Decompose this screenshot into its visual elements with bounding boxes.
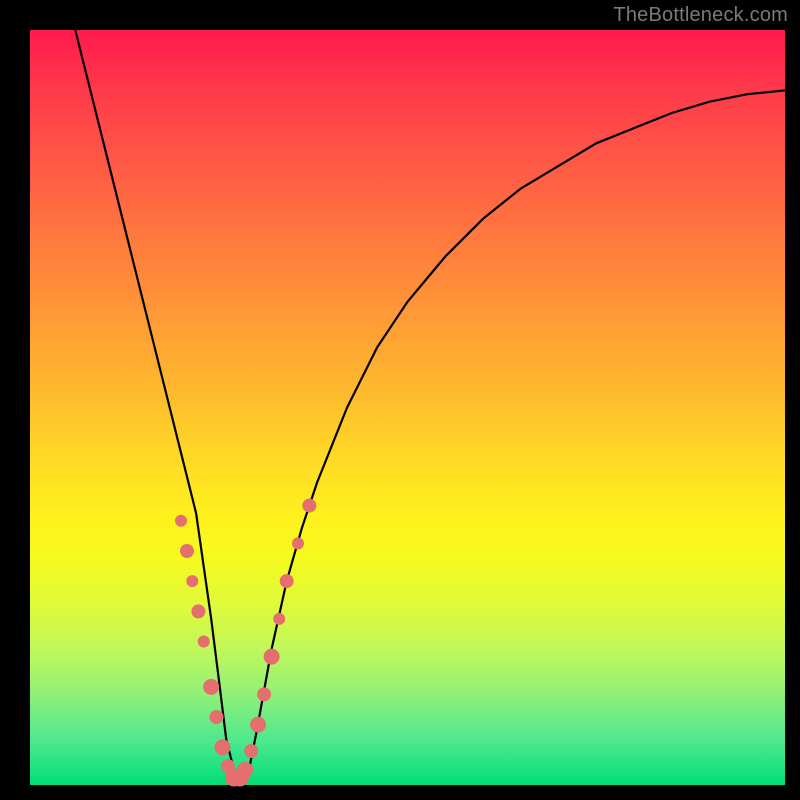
dot: [191, 604, 205, 618]
curve-svg: [30, 30, 785, 785]
dot: [244, 744, 258, 758]
dot: [203, 679, 219, 695]
dot: [250, 717, 266, 733]
highlight-dots: [175, 499, 316, 787]
dot: [175, 515, 187, 527]
plot-area: [30, 30, 785, 785]
dot: [198, 636, 210, 648]
dot: [215, 739, 231, 755]
dot: [280, 574, 294, 588]
bottleneck-curve: [75, 30, 785, 785]
dot: [292, 537, 304, 549]
dot: [273, 613, 285, 625]
dot: [180, 544, 194, 558]
chart-frame: TheBottleneck.com: [0, 0, 800, 800]
dot: [210, 710, 224, 724]
dot: [237, 762, 253, 778]
dot: [264, 649, 280, 665]
dot: [257, 687, 271, 701]
dot: [186, 575, 198, 587]
watermark-text: TheBottleneck.com: [613, 4, 788, 27]
dot: [302, 499, 316, 513]
